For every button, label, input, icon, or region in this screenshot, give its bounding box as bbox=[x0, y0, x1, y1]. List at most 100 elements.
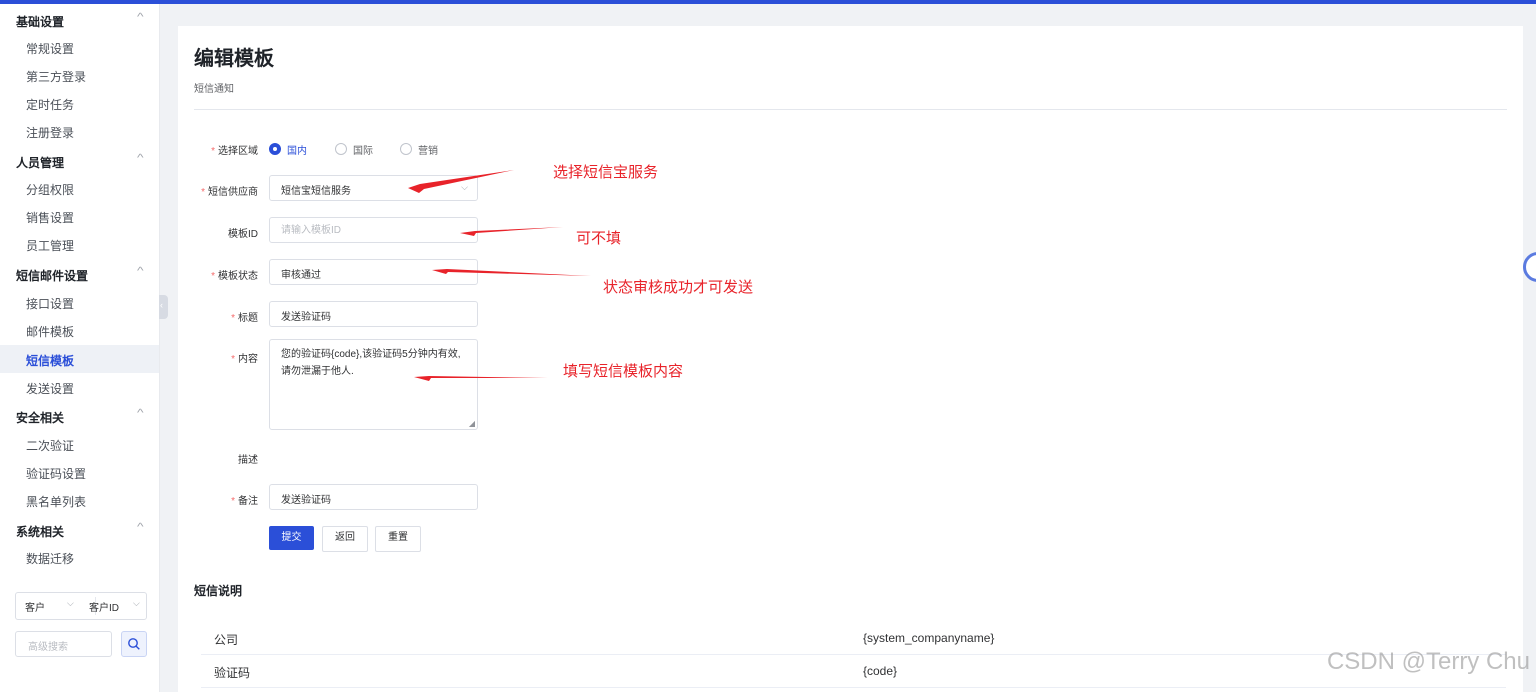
description-label: 描述 bbox=[238, 455, 258, 466]
search-button[interactable] bbox=[121, 631, 147, 657]
required-mark: * bbox=[211, 271, 215, 282]
sidebar-item-label: 销售设置 bbox=[26, 211, 75, 225]
table-row: 公司 {system_companyname} bbox=[201, 622, 1506, 655]
required-mark: * bbox=[231, 354, 235, 365]
radio-label: 国际 bbox=[353, 146, 373, 157]
resize-grip-icon[interactable]: ◢ bbox=[469, 419, 475, 428]
status-field[interactable]: 审核通过 bbox=[269, 259, 478, 285]
row-value: {system_companyname} bbox=[863, 631, 995, 645]
sidebar-group-basic[interactable]: 基础设置 ^ bbox=[0, 6, 159, 34]
sidebar-item-label: 验证码设置 bbox=[26, 467, 87, 481]
sidebar-item-email-templates[interactable]: 邮件模板 bbox=[0, 316, 159, 344]
required-mark: * bbox=[211, 146, 215, 157]
advanced-search-placeholder: 高级搜索 bbox=[28, 642, 68, 653]
template-id-field[interactable] bbox=[269, 217, 478, 243]
sidebar-item-label: 分组权限 bbox=[26, 183, 75, 197]
remark-value: 发送验证码 bbox=[281, 495, 331, 506]
assistant-icon bbox=[1523, 252, 1536, 282]
row-key: 公司 bbox=[214, 633, 239, 647]
sidebar-item-general[interactable]: 常规设置 bbox=[0, 33, 159, 61]
region-label: * 选择区域 bbox=[211, 146, 258, 157]
reset-button[interactable]: 重置 bbox=[375, 526, 421, 552]
template-id-label: 模板ID bbox=[228, 229, 258, 240]
required-mark: * bbox=[231, 496, 235, 507]
annotation-template-id: 可不填 bbox=[576, 230, 622, 247]
sidebar-item-label: 短信模板 bbox=[26, 354, 75, 368]
chevron-up-icon: ^ bbox=[137, 522, 144, 533]
chevron-up-icon: ^ bbox=[137, 153, 144, 164]
chevron-down-icon: ⌵ bbox=[133, 598, 140, 608]
sidebar-item-cron[interactable]: 定时任务 bbox=[0, 89, 159, 117]
annotation-status: 状态审核成功才可发送 bbox=[603, 279, 754, 296]
sidebar-item-label: 定时任务 bbox=[26, 98, 75, 112]
title-label: * 标题 bbox=[231, 313, 258, 324]
sidebar-item-group-permissions[interactable]: 分组权限 bbox=[0, 174, 159, 202]
advanced-search-input[interactable]: 高级搜索 bbox=[15, 631, 112, 657]
provider-label: * 短信供应商 bbox=[201, 187, 258, 198]
sidebar-collapse-handle[interactable]: ‹ bbox=[159, 295, 168, 319]
annotation-provider: 选择短信宝服务 bbox=[553, 164, 659, 181]
sidebar-item-label: 数据迁移 bbox=[26, 552, 75, 566]
chevron-down-icon: ⌵ bbox=[67, 598, 74, 608]
sidebar-item-label: 邮件模板 bbox=[26, 325, 75, 339]
chevron-left-icon: ‹ bbox=[160, 300, 163, 310]
top-accent-bar bbox=[0, 0, 1536, 4]
sidebar-item-register-login[interactable]: 注册登录 bbox=[0, 117, 159, 145]
sidebar-item-interface[interactable]: 接口设置 bbox=[0, 288, 159, 316]
sidebar-item-employees[interactable]: 员工管理 bbox=[0, 230, 159, 258]
provider-value: 短信宝短信服务 bbox=[281, 186, 351, 197]
sidebar-group-security[interactable]: 安全相关 ^ bbox=[0, 402, 159, 430]
header-divider bbox=[194, 109, 1507, 110]
sidebar-item-captcha[interactable]: 验证码设置 bbox=[0, 458, 159, 486]
sidebar-group-system[interactable]: 系统相关 ^ bbox=[0, 516, 159, 544]
template-id-input[interactable] bbox=[270, 218, 471, 242]
sidebar-group-sms-email[interactable]: 短信邮件设置 ^ bbox=[0, 260, 159, 288]
sidebar-item-sms-templates[interactable]: 短信模板 bbox=[0, 345, 159, 373]
sidebar-group-title: 短信邮件设置 bbox=[16, 269, 89, 283]
annotation-content: 填写短信模板内容 bbox=[563, 363, 684, 380]
provider-select[interactable]: 短信宝短信服务 ⌵ bbox=[269, 175, 478, 201]
back-button[interactable]: 返回 bbox=[322, 526, 368, 552]
filter-field: 客户ID bbox=[89, 603, 119, 614]
table-row: 验证码 {code} bbox=[201, 655, 1506, 688]
remark-field[interactable]: 发送验证码 bbox=[269, 484, 478, 510]
search-icon bbox=[128, 638, 140, 650]
watermark: CSDN @Terry Chu bbox=[1326, 648, 1530, 675]
row-key: 验证码 bbox=[214, 666, 251, 680]
title-field[interactable]: 发送验证码 bbox=[269, 301, 478, 327]
sidebar-item-label: 员工管理 bbox=[26, 239, 75, 253]
title-value: 发送验证码 bbox=[281, 312, 331, 323]
page-title: 编辑模板 bbox=[194, 48, 274, 70]
sidebar-group-title: 基础设置 bbox=[16, 15, 65, 29]
status-value: 审核通过 bbox=[281, 270, 321, 281]
sidebar-item-label: 常规设置 bbox=[26, 42, 75, 56]
content-textarea[interactable]: 您的验证码{code},该验证码5分钟内有效,请勿泄漏于他人. ◢ bbox=[269, 339, 478, 430]
chevron-down-icon: ⌵ bbox=[461, 182, 468, 192]
remark-label: * 备注 bbox=[231, 496, 258, 507]
sidebar-item-sales-settings[interactable]: 销售设置 bbox=[0, 202, 159, 230]
chevron-up-icon: ^ bbox=[137, 12, 144, 23]
sidebar-item-2fa[interactable]: 二次验证 bbox=[0, 430, 159, 458]
chevron-up-icon: ^ bbox=[137, 266, 144, 277]
sidebar-item-label: 二次验证 bbox=[26, 439, 75, 453]
submit-button[interactable]: 提交 bbox=[269, 526, 314, 550]
sidebar-item-data-migration[interactable]: 数据迁移 bbox=[0, 543, 159, 571]
sidebar-group-title: 安全相关 bbox=[16, 411, 65, 425]
customer-filter-select[interactable]: 客户 ⌵ 客户ID ⌵ bbox=[15, 592, 147, 620]
required-mark: * bbox=[201, 187, 205, 198]
sidebar-item-send-settings[interactable]: 发送设置 bbox=[0, 373, 159, 401]
sidebar-item-blacklist[interactable]: 黑名单列表 bbox=[0, 486, 159, 514]
sms-notes-title: 短信说明 bbox=[194, 584, 243, 598]
radio-label: 营销 bbox=[418, 146, 438, 157]
chevron-up-icon: ^ bbox=[137, 408, 144, 419]
sidebar-item-label: 黑名单列表 bbox=[26, 495, 87, 509]
content-label: * 内容 bbox=[231, 354, 258, 365]
sidebar-item-third-party-login[interactable]: 第三方登录 bbox=[0, 61, 159, 89]
floating-assistant-button[interactable] bbox=[1523, 252, 1536, 288]
sidebar-item-label: 第三方登录 bbox=[26, 70, 87, 84]
row-value: {code} bbox=[863, 664, 898, 678]
status-label: * 模板状态 bbox=[211, 271, 258, 282]
sidebar-item-label: 接口设置 bbox=[26, 297, 75, 311]
radio-label: 国内 bbox=[287, 146, 307, 157]
sidebar-group-staff[interactable]: 人员管理 ^ bbox=[0, 147, 159, 175]
